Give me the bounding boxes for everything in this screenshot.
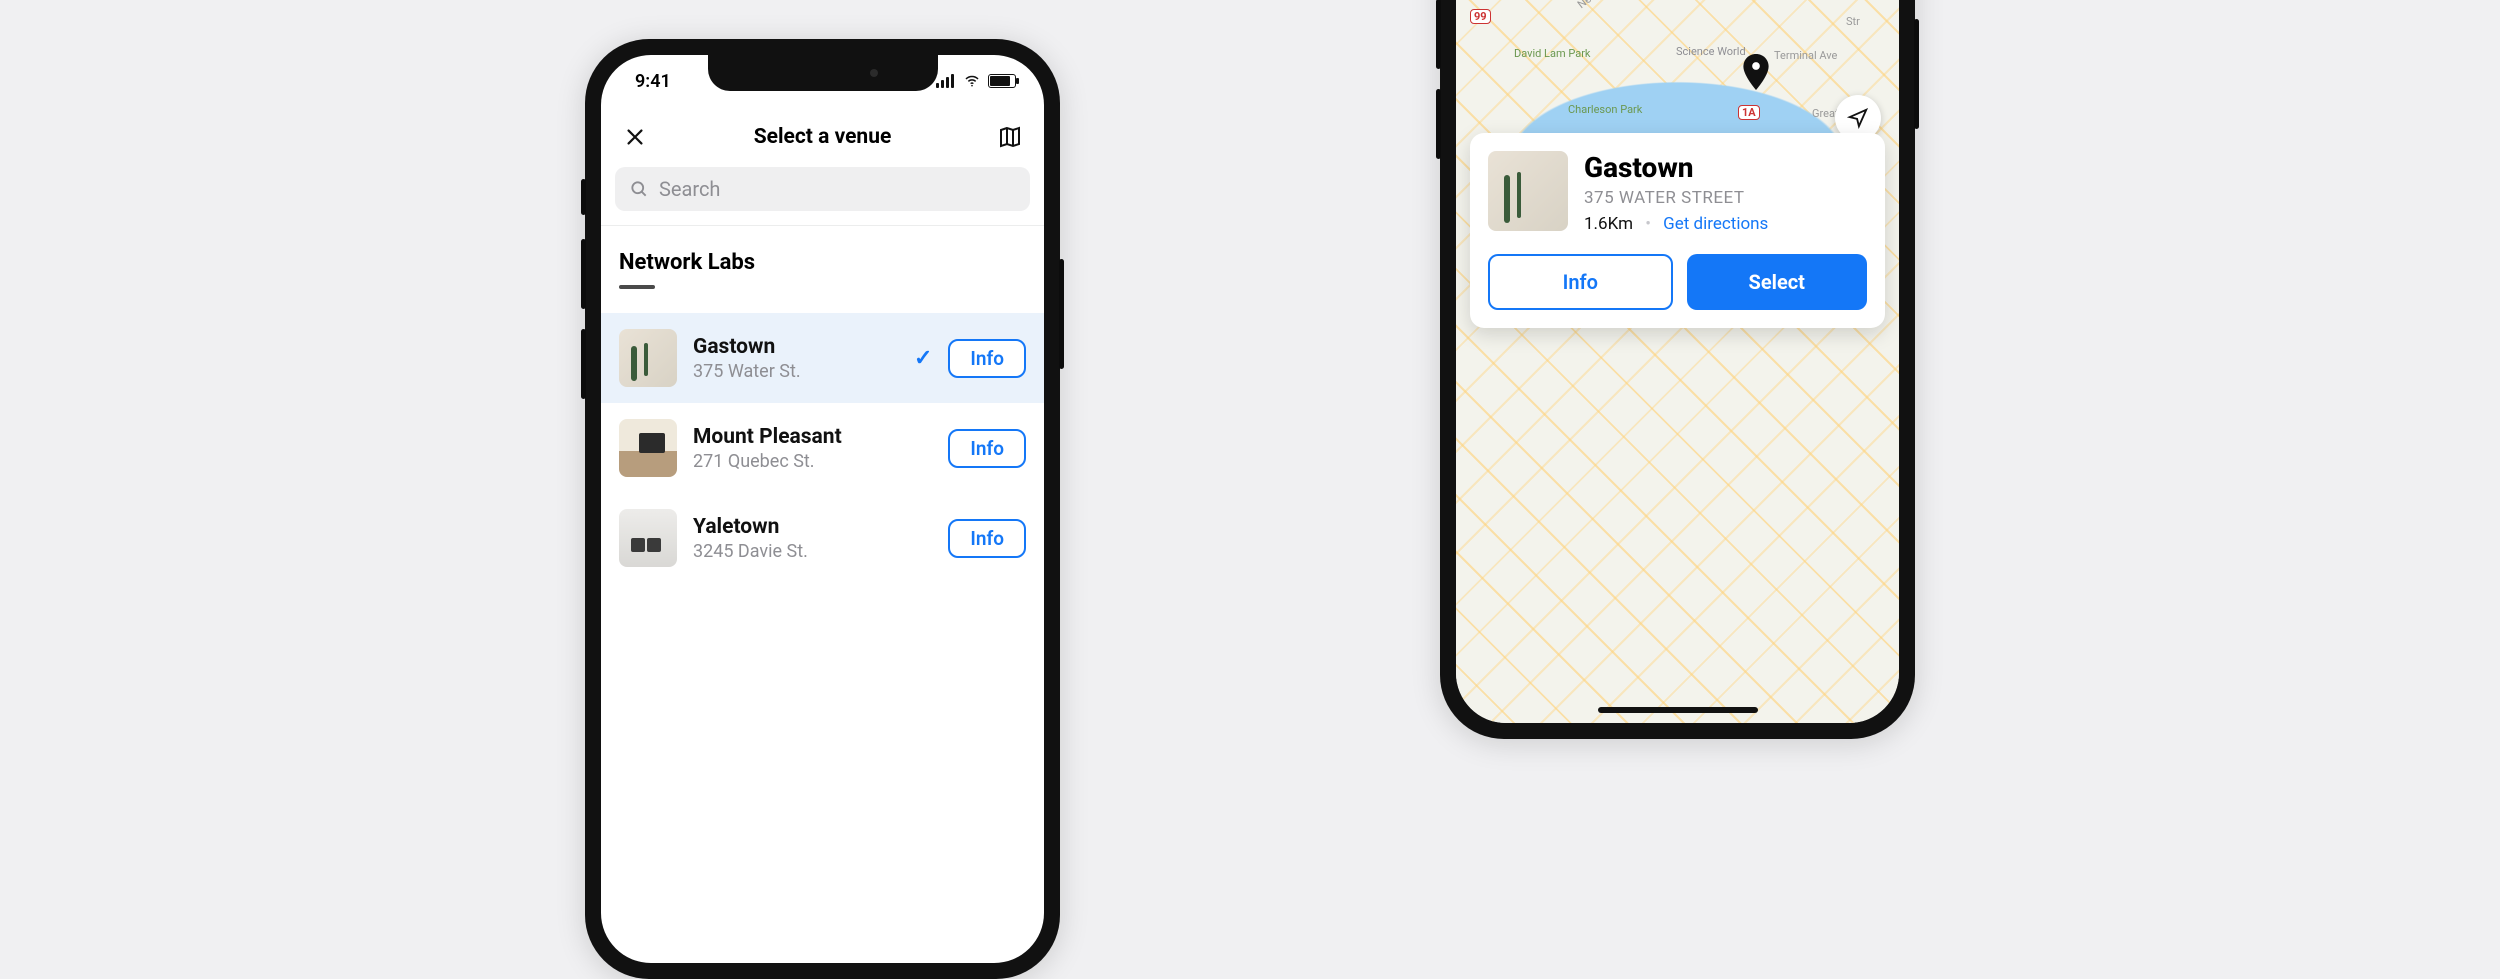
side-button [1914,19,1919,129]
phone-notch [708,55,938,91]
home-indicator [1598,707,1758,713]
signal-icon [936,74,956,88]
map-label: Terminal Ave [1774,49,1837,62]
info-button[interactable]: Info [948,339,1026,378]
map-label: Charleson Park [1568,103,1642,116]
map-label: 99 [1470,9,1491,24]
side-button [581,329,586,399]
side-button [1436,89,1441,159]
nav-bar: Select a venue [601,107,1044,167]
venue-list: Gastown 375 Water St. ✓ Info Mount Pleas… [601,313,1044,583]
wifi-icon [962,73,982,89]
info-button[interactable]: Info [948,519,1026,558]
map-view[interactable]: W Pender St Canada Place Robson St Dav S… [1456,0,1899,723]
side-button [581,239,586,309]
venue-address: 375 Water St. [693,361,898,382]
map-label: 1A [1738,105,1760,120]
info-button[interactable]: Info [1488,254,1673,310]
venue-row[interactable]: Yaletown 3245 Davie St. Info [601,493,1044,583]
select-button[interactable]: Select [1687,254,1868,310]
venue-thumbnail [619,509,677,567]
venue-row[interactable]: Gastown 375 Water St. ✓ Info [601,313,1044,403]
map-label: Str [1846,15,1860,28]
map-label: David Lam Park [1514,47,1591,60]
section-title: Network Labs [601,226,1044,283]
separator: • [1645,214,1651,234]
search-icon [629,179,649,199]
venue-name: Mount Pleasant [693,425,932,449]
map-label: Nelson St [1575,0,1620,11]
side-button [1059,259,1064,369]
get-directions-link[interactable]: Get directions [1663,214,1768,234]
venue-distance: 1.6Km [1584,214,1633,234]
page-title: Select a venue [754,125,892,149]
check-icon: ✓ [914,346,932,371]
search-placeholder: Search [659,177,720,201]
venue-address: 3245 Davie St. [693,541,932,562]
close-icon[interactable] [619,121,651,153]
venue-thumbnail [1488,151,1568,231]
venue-address: 375 WATER STREET [1584,188,1768,208]
info-button[interactable]: Info [948,429,1026,468]
battery-icon [988,74,1016,88]
venue-name: Gastown [693,335,898,359]
venue-thumbnail [619,329,677,387]
venue-card: Gastown 375 WATER STREET 1.6Km • Get dir… [1470,133,1885,328]
venue-name: Gastown [1584,151,1768,184]
phone-map-screen: W Pender St Canada Place Robson St Dav S… [1440,0,1915,739]
map-icon[interactable] [994,121,1026,153]
search-input[interactable]: Search [615,167,1030,211]
phone-list-screen: 9:41 Select a venue Search Network Labs [585,39,1060,979]
status-time: 9:41 [635,71,671,92]
map-label: Science World [1676,45,1746,58]
venue-address: 271 Quebec St. [693,451,932,472]
venue-row[interactable]: Mount Pleasant 271 Quebec St. Info [601,403,1044,493]
side-button [581,179,586,215]
side-button [1436,0,1441,69]
venue-name: Yaletown [693,515,932,539]
pin-icon[interactable] [1741,54,1771,90]
venue-thumbnail [619,419,677,477]
